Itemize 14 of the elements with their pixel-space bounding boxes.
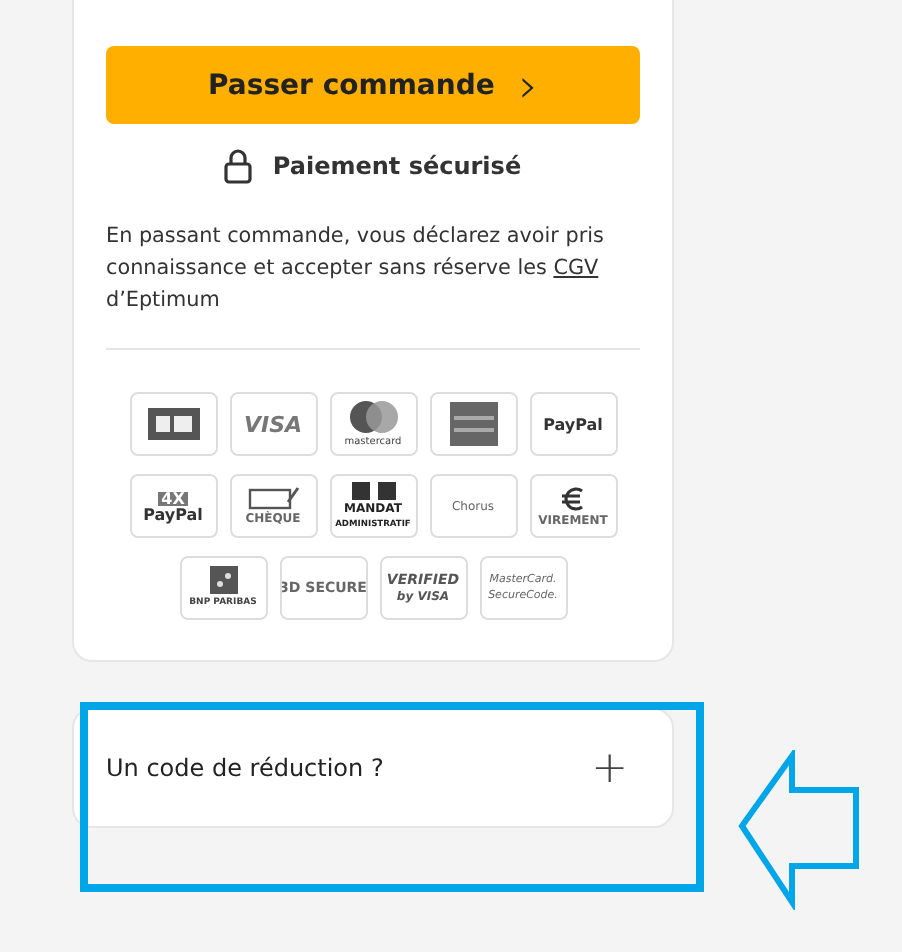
payment-logo [429, 392, 517, 456]
lock-icon [224, 148, 253, 184]
payment-logo [129, 392, 217, 456]
payment-logo: VISA [229, 392, 317, 456]
terms-text: En passant commande, vous déclarez avoir pris connaissance et accepter sans réserve les CGV d’Eptimum [106, 222, 606, 316]
order-button[interactable]: Passer commande › [106, 46, 640, 124]
payment-logo: PayPal [529, 392, 617, 456]
secure-payment-label: Paiement sécurisé [272, 152, 522, 180]
arrow-icon [738, 750, 862, 910]
expand-toggle[interactable]: + [591, 743, 628, 793]
discount-panel[interactable]: Un code de réduction ? + [72, 708, 674, 828]
discount-label: Un code de réduction ? [106, 754, 384, 782]
cgv-link[interactable]: CGV [553, 256, 599, 280]
payment-logo: 4X PayPal [129, 474, 217, 538]
